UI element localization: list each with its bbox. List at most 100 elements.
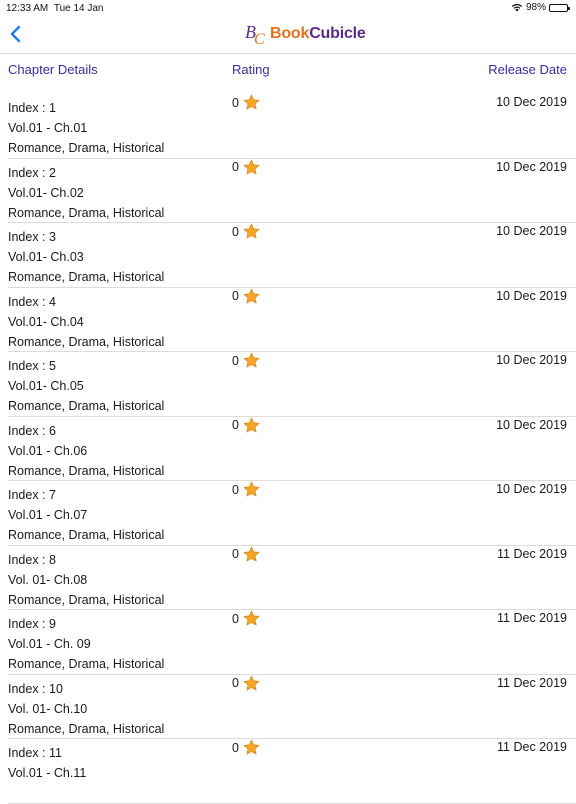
rating-value: 0 [232,95,239,110]
release-date: 11 Dec 2019 [497,740,567,754]
chevron-left-icon [10,25,21,43]
star-icon [243,610,260,626]
chapter-row[interactable]: Index : 9 Vol.01 - Ch. 09 Romance, Drama… [8,610,576,675]
rating-value: 0 [232,676,239,690]
release-date: 10 Dec 2019 [496,95,567,109]
chapter-genres: Romance, Drama, Historical [8,141,165,155]
chapter-index: Index : 1 [8,101,56,115]
star-icon [243,739,260,755]
chapter-volume: Vol.01 - Ch.01 [8,121,88,135]
chapter-row[interactable]: Index : 3 Vol.01- Ch.03 Romance, Drama, … [8,223,576,288]
chapter-genres: Romance, Drama, Historical [8,270,165,284]
chapter-volume: Vol. 01- Ch.08 [8,572,88,587]
status-time: 12:33 AM Tue 14 Jan [6,3,104,14]
chapter-index: Index : 4 [8,294,56,309]
chapter-details: Index : 4 Vol.01- Ch.04 Romance, Drama, … [8,292,164,352]
wifi-icon [511,3,523,12]
app-logo: B C BookCubicle [244,21,366,47]
chapter-row[interactable]: Index : 8 Vol. 01- Ch.08 Romance, Drama,… [8,546,576,610]
chapter-volume: Vol.01- Ch.03 [8,250,84,264]
chapter-volume: Vol.01 - Ch.11 [8,766,87,780]
release-date: 10 Dec 2019 [496,224,567,238]
star-icon [243,223,260,239]
chapter-volume: Vol.01- Ch.04 [8,314,84,329]
status-bar: 12:33 AM Tue 14 Jan 98% [0,0,576,16]
chapter-details: Index : 7 Vol.01 - Ch.07 Romance, Drama,… [8,485,164,545]
chapter-row[interactable]: Index : 1 Vol.01 - Ch.01 Romance, Drama,… [8,94,576,159]
rating-value: 0 [232,482,239,497]
svg-text:C: C [254,31,265,47]
chapter-details: Index : 1 Vol.01 - Ch.01 Romance, Drama,… [8,98,164,158]
chapter-index: Index : 7 [8,488,56,502]
chapter-row[interactable]: Index : 6 Vol.01 - Ch.06 Romance, Drama,… [8,417,576,481]
release-date: 10 Dec 2019 [496,417,567,432]
chapter-row[interactable]: Index : 10 Vol. 01- Ch.10 Romance, Drama… [8,675,576,739]
chapter-rating: 0 [232,352,260,369]
star-icon [243,159,260,174]
chapter-rating: 0 [232,159,260,176]
release-date: 11 Dec 2019 [497,546,567,561]
back-button[interactable] [8,24,24,44]
chapter-index: Index : 6 [8,423,56,438]
chapter-details: Index : 11 Vol.01 - Ch.11 [8,743,86,783]
rating-value: 0 [232,160,239,174]
release-date: 10 Dec 2019 [496,482,567,496]
chapter-volume: Vol.01 - Ch. 09 [8,637,91,651]
header-rating: Rating [232,62,270,77]
release-date: 11 Dec 2019 [497,611,567,625]
release-date: 10 Dec 2019 [496,288,567,303]
chapter-genres: Romance, Drama, Historical [8,399,165,413]
chapter-details: Index : 3 Vol.01- Ch.03 Romance, Drama, … [8,227,164,287]
chapter-genres: Romance, Drama, Historical [8,205,165,220]
chapter-genres: Romance, Drama, Historical [8,657,165,671]
chapter-rating: 0 [232,417,260,434]
rating-value: 0 [232,289,239,303]
chapter-index: Index : 10 [8,681,63,696]
chapter-rating: 0 [232,94,260,111]
chapter-row[interactable]: Index : 5 Vol.01- Ch.05 Romance, Drama, … [8,352,576,417]
rating-value: 0 [232,224,239,239]
chapter-index: Index : 9 [8,617,56,631]
chapter-index: Index : 11 [8,746,62,760]
star-icon [243,94,260,110]
chapter-genres: Romance, Drama, Historical [8,528,165,542]
release-date: 10 Dec 2019 [496,159,567,174]
chapter-row[interactable]: Index : 7 Vol.01 - Ch.07 Romance, Drama,… [8,481,576,546]
chapter-rating: 0 [232,481,260,498]
rating-value: 0 [232,740,239,755]
chapter-genres: Romance, Drama, Historical [8,334,165,349]
rating-value: 0 [232,418,239,432]
chapter-rating: 0 [232,546,260,563]
release-date: 10 Dec 2019 [496,353,567,367]
header-chapter-details: Chapter Details [8,62,98,77]
chapter-rating: 0 [232,610,260,627]
chapter-row[interactable]: Index : 2 Vol.01- Ch.02 Romance, Drama, … [8,159,576,223]
header-release-date: Release Date [488,62,567,77]
chapter-genres: Romance, Drama, Historical [8,592,165,607]
rating-value: 0 [232,547,239,561]
chapter-rating: 0 [232,223,260,240]
star-icon [243,481,260,497]
chapter-list[interactable]: Index : 1 Vol.01 - Ch.01 Romance, Drama,… [0,94,576,804]
status-date: Tue 14 Jan [53,3,104,14]
logo-text-cubicle: Cubicle [309,25,366,42]
logo-text: BookCubicle [270,25,366,43]
release-date: 11 Dec 2019 [497,675,567,690]
rating-value: 0 [232,353,239,368]
chapter-genres: Romance, Drama, Historical [8,721,165,736]
chapter-row[interactable]: Index : 4 Vol.01- Ch.04 Romance, Drama, … [8,288,576,352]
star-icon [243,417,260,432]
chapter-rating: 0 [232,288,260,305]
chapter-row[interactable]: Index : 11 Vol.01 - Ch.11 0 11 Dec 2019 [8,739,576,804]
star-icon [243,288,260,303]
chapter-volume: Vol.01- Ch.05 [8,379,84,393]
chapter-genres: Romance, Drama, Historical [8,463,165,478]
navigation-bar: B C BookCubicle [0,16,576,54]
chapter-details: Index : 8 Vol. 01- Ch.08 Romance, Drama,… [8,550,164,610]
chapter-index: Index : 2 [8,165,56,180]
chapter-rating: 0 [232,739,260,756]
rating-value: 0 [232,611,239,626]
logo-text-book: Book [270,25,310,42]
status-clock: 12:33 AM [6,3,49,14]
chapter-details: Index : 6 Vol.01 - Ch.06 Romance, Drama,… [8,421,164,481]
